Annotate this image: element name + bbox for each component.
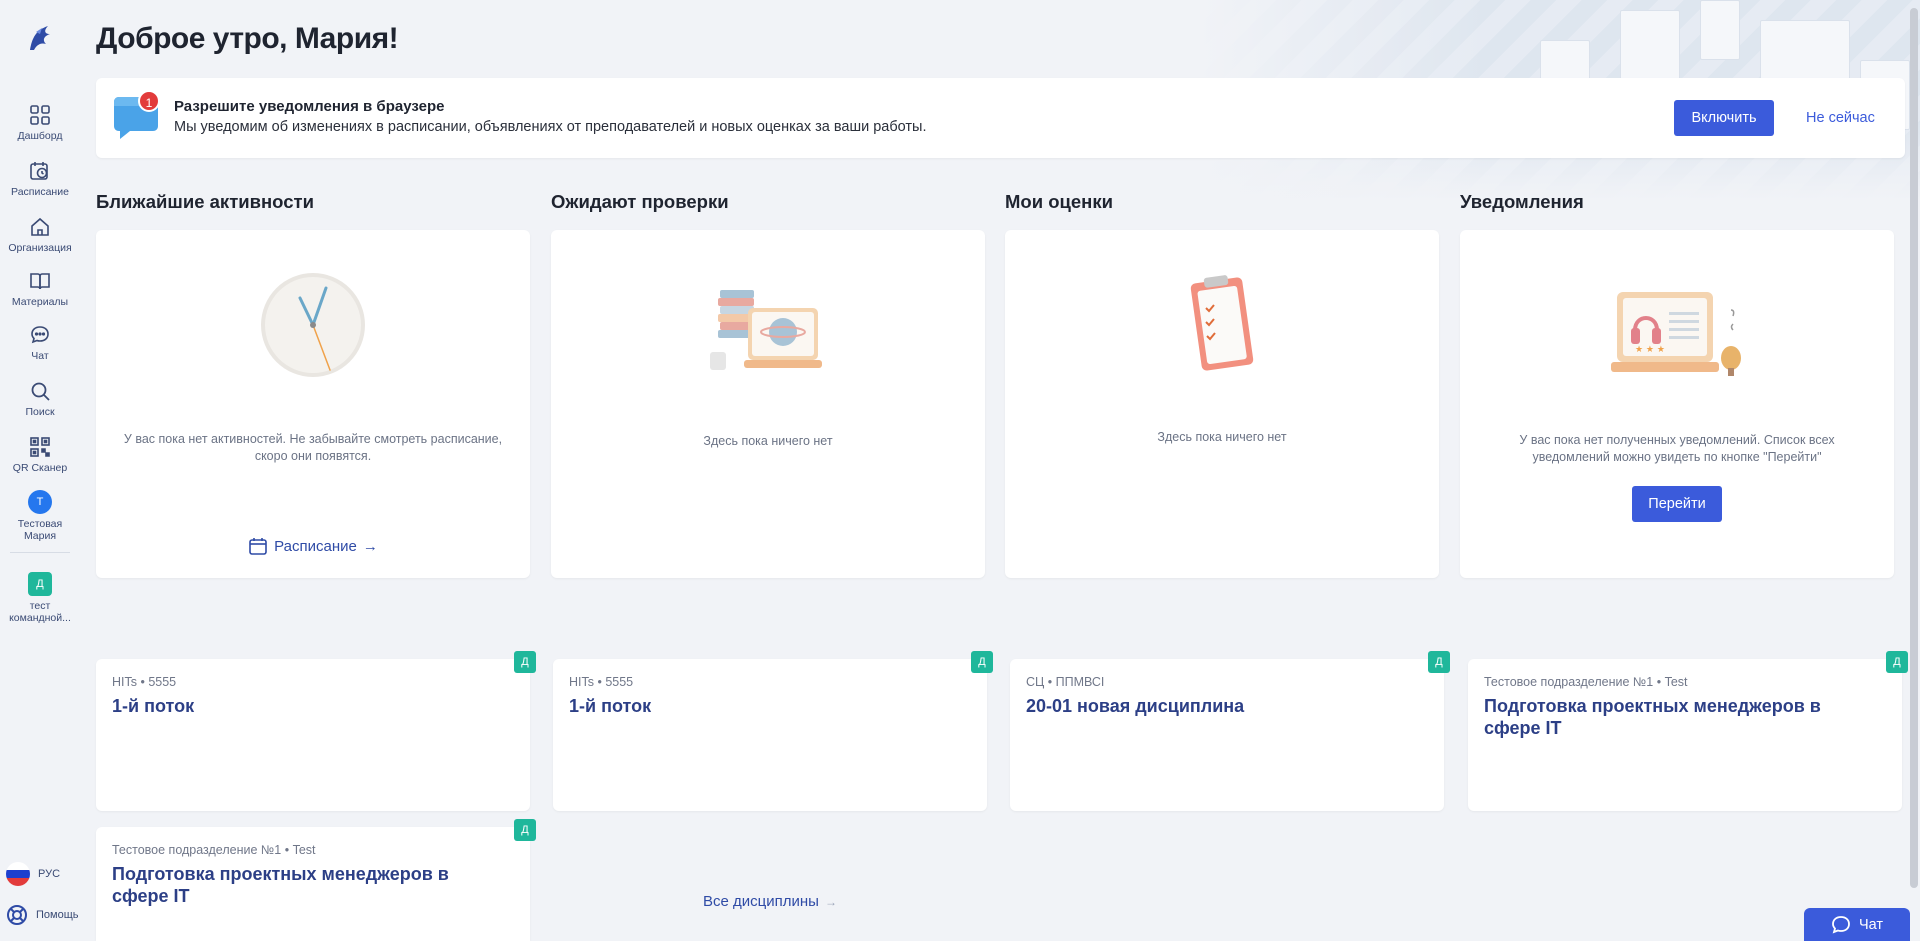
course-type-badge: Д [1428,651,1450,673]
page-title: Доброе утро, Мария! [96,22,399,55]
course-type-badge: Д [514,651,536,673]
sidebar-item-schedule[interactable]: Расписание [0,160,80,198]
chat-icon [31,326,49,344]
review-empty-message: Здесь пока ничего нет [703,434,833,448]
course-name: 1-й поток [569,696,652,716]
help-label: Помощь [36,909,79,921]
course-meta: HITs • 5555 [569,675,634,689]
banner-description: Мы уведомим об изменениях в расписании, … [174,119,927,135]
course-name: 1-й поток [112,696,195,716]
sidebar-item-chat[interactable]: Чат [0,324,80,362]
review-title: Ожидают проверки [551,191,729,212]
profile-name-line2: Мария [23,530,57,542]
activities-widget: У вас пока нет активностей. Не забывайте… [96,230,530,578]
course-meta: Тестовое подразделение №1 • Test [1484,675,1688,689]
book-icon [30,273,50,290]
team-name-line1: тест [29,600,51,612]
russia-flag-icon [6,862,30,886]
course-card[interactable]: Д Тестовое подразделение №1 • Test Подго… [96,819,536,941]
course-name: Подготовка проектных менеджеров в сфере … [112,864,449,906]
search-icon [31,382,50,401]
arrow-right-icon: → [362,537,378,555]
chat-icon [1832,915,1850,933]
sidebar-item-label: Поиск [25,406,55,418]
course-card[interactable]: Д Тестовое подразделение №1 • Test Подго… [1468,651,1908,811]
course-name: Подготовка проектных менеджеров в сфере … [1484,696,1821,738]
sidebar-item-search[interactable]: Поиск [0,380,80,418]
course-card[interactable]: Д HITs • 5555 1-й поток [553,651,993,811]
notifications-empty-message: У вас пока нет полученных уведомлений. С… [1519,433,1835,464]
avatar: Т [28,490,52,514]
sidebar-item-label: Организация [8,242,72,254]
course-meta: СЦ • ППМВСI [1026,675,1105,689]
course-type-badge: Д [514,819,536,841]
notifications-title: Уведомления [1460,191,1584,212]
laptop-headphones-illustration-icon: ★ ★ ★ [1611,292,1741,376]
svg-text:★ ★ ★: ★ ★ ★ [1635,345,1665,355]
sidebar-item-qr-scanner[interactable]: QR Сканер [0,436,80,474]
course-type-badge: Д [1886,651,1908,673]
logo-icon[interactable] [22,20,58,56]
sidebar-item-materials[interactable]: Материалы [0,270,80,308]
course-card[interactable]: Д HITs • 5555 1-й поток [96,651,536,811]
course-card[interactable]: Д СЦ • ППМВСI 20-01 новая дисциплина [1010,651,1450,811]
sidebar-item-team[interactable]: Д тест командной... [0,572,80,624]
language-switcher[interactable]: РУС [6,862,60,886]
go-to-notifications-button[interactable]: Перейти [1632,486,1722,522]
lifebuoy-icon [7,905,27,925]
notification-permission-banner: 1 Разрешите уведомления в браузере Мы ув… [96,78,1905,158]
team-name-line2: командной... [9,612,71,624]
sidebar-item-label: QR Сканер [12,462,68,474]
sidebar-item-label: Материалы [11,296,69,308]
sidebar-divider [10,552,70,553]
all-disciplines-link[interactable]: Все дисциплины → [703,893,837,910]
enable-notifications-button[interactable]: Включить [1674,100,1774,136]
grades-title: Мои оценки [1005,191,1113,212]
chat-widget-button[interactable]: Чат [1804,908,1910,941]
scrollbar[interactable] [1910,8,1918,888]
arrow-right-icon: → [824,894,837,909]
grades-widget: Здесь пока ничего нет [1005,230,1439,578]
course-type-badge: Д [971,651,993,673]
activities-empty-message: У вас пока нет активностей. Не забывайте… [123,432,503,463]
sidebar-item-label: Расписание [11,186,69,198]
course-meta: HITs • 5555 [112,675,177,689]
activities-title: Ближайшие активности [96,191,314,212]
books-laptop-illustration-icon [710,290,822,370]
sidebar-item-label: Дашборд [17,130,63,142]
not-now-button[interactable]: Не сейчас [1796,100,1885,136]
sidebar: Дашборд Расписание Организация Материалы… [0,0,80,941]
help-button[interactable]: Помощь [6,904,79,926]
profile-name-line1: Тестовая [17,518,63,530]
notification-count-badge: 1 [138,90,160,112]
course-meta: Тестовое подразделение №1 • Test [112,843,316,857]
sidebar-item-profile[interactable]: Т Тестовая Мария [0,490,80,542]
language-label: РУС [38,868,61,880]
calendar-clock-icon [30,162,48,180]
team-badge: Д [28,572,52,596]
schedule-link[interactable]: Расписание → [96,536,530,556]
sidebar-item-dashboard[interactable]: Дашборд [0,104,80,142]
course-name: 20-01 новая дисциплина [1026,696,1245,716]
grades-empty-message: Здесь пока ничего нет [1157,430,1287,444]
sidebar-item-organization[interactable]: Организация [0,216,80,254]
review-widget: Здесь пока ничего нет [551,230,985,578]
calendar-icon [249,538,267,555]
notifications-widget: ★ ★ ★ У вас пока нет полученных уведомле… [1460,230,1894,578]
grid-icon [30,105,50,125]
banner-title: Разрешите уведомления в браузере [174,98,445,115]
clipboard-illustration-icon [1190,275,1254,371]
home-icon [31,217,49,236]
qr-icon [30,437,50,457]
clock-illustration-icon [261,273,365,377]
sidebar-item-label: Чат [31,350,49,362]
